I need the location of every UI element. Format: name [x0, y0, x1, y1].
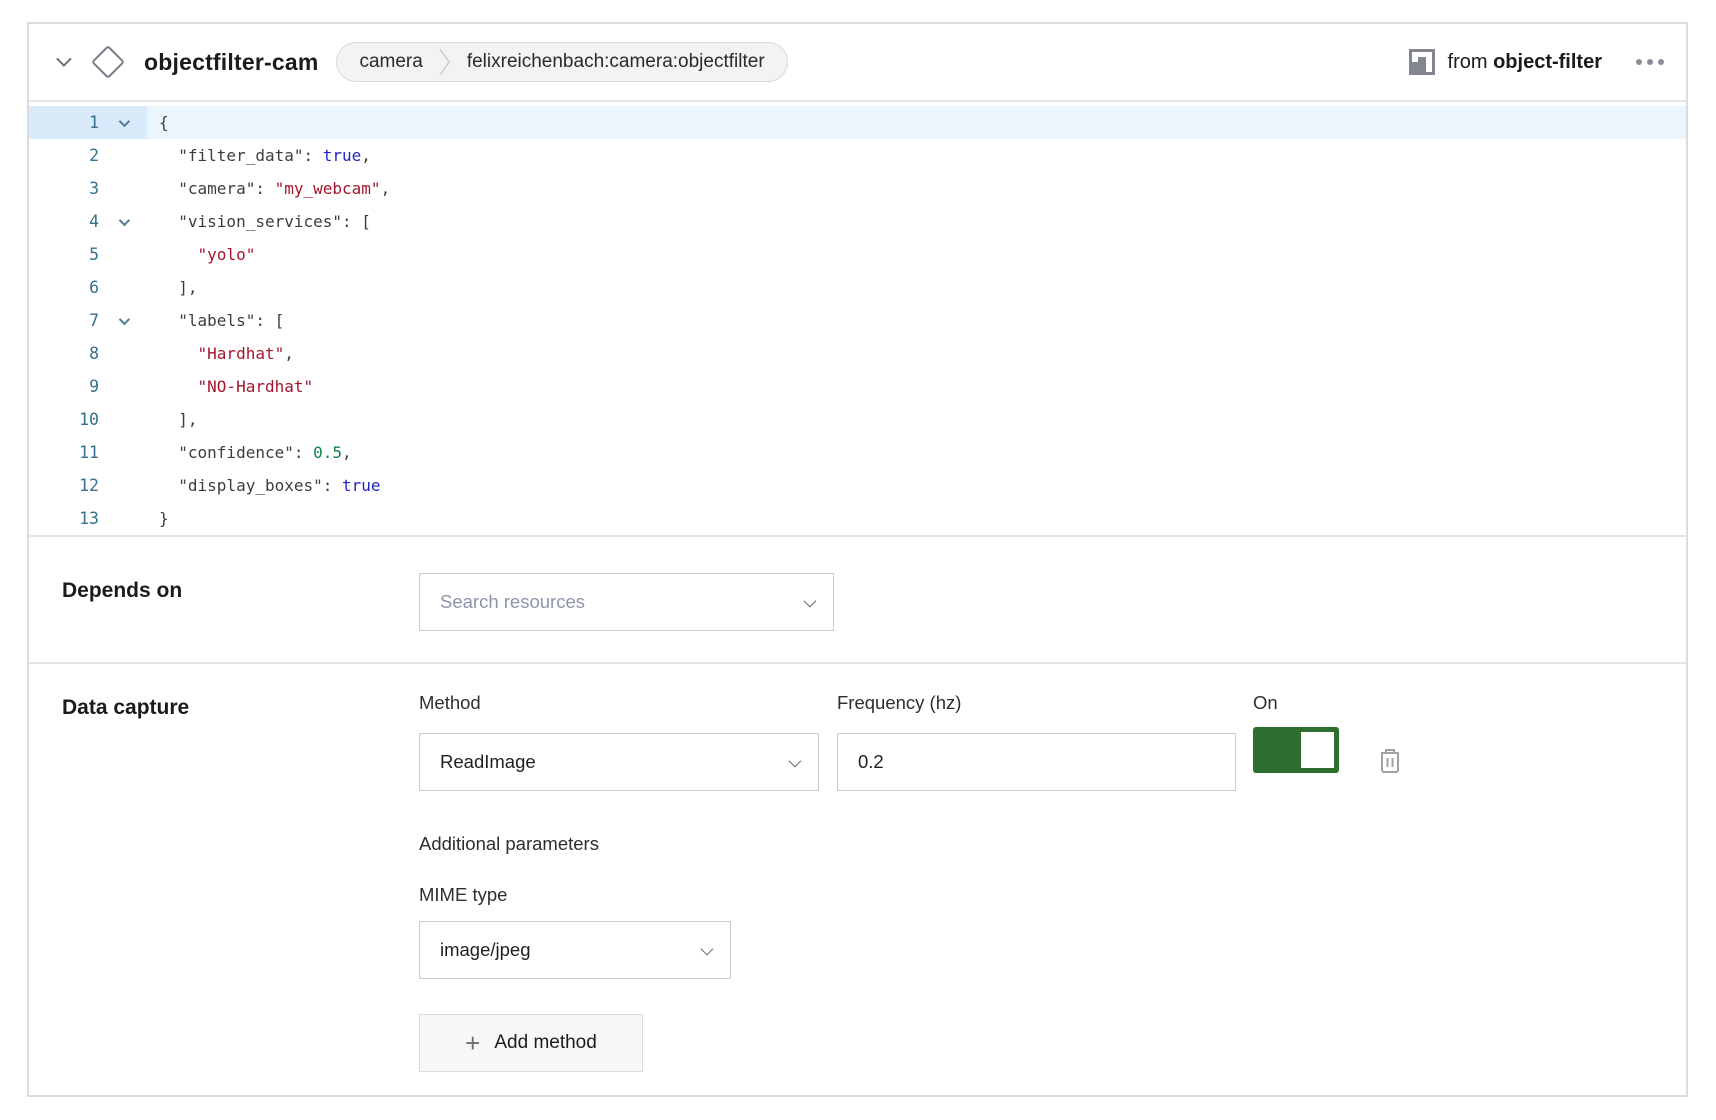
code-text: "NO-Hardhat" [147, 370, 1686, 403]
card-header: objectfilter-cam camera felixreichenbach… [29, 24, 1686, 102]
collapse-chevron-icon[interactable] [57, 53, 68, 71]
depends-on-select[interactable]: Search resources [419, 573, 834, 631]
line-number: 10 [29, 403, 99, 436]
line-number: 2 [29, 139, 99, 172]
fold-chevron-icon[interactable] [99, 304, 147, 337]
line-number: 8 [29, 337, 99, 370]
line-number: 3 [29, 172, 99, 205]
fold-chevron-icon[interactable] [99, 205, 147, 238]
line-number: 6 [29, 271, 99, 304]
mime-type-select[interactable]: image/jpeg [419, 921, 731, 979]
model-label: felixreichenbach:camera:objectfilter [467, 51, 765, 73]
delete-method-button[interactable] [1377, 732, 1403, 791]
trash-icon [1377, 746, 1403, 774]
fold-chevron-icon[interactable] [99, 106, 147, 139]
code-line[interactable]: 13} [29, 502, 1686, 535]
code-text: "yolo" [147, 238, 1686, 271]
data-capture-label: Data capture [62, 696, 419, 720]
chevron-down-icon [789, 754, 802, 767]
code-text: ], [147, 271, 1686, 304]
add-method-button[interactable]: + Add method [419, 1014, 643, 1072]
line-number: 1 [29, 106, 99, 139]
line-number: 12 [29, 469, 99, 502]
code-line[interactable]: 12 "display_boxes": true [29, 469, 1686, 502]
code-line[interactable]: 10 ], [29, 403, 1686, 436]
method-value: ReadImage [440, 751, 536, 773]
method-select[interactable]: ReadImage [419, 733, 819, 791]
camera-component-icon [91, 45, 125, 79]
pill-separator-icon [439, 47, 451, 77]
frequency-input[interactable] [837, 733, 1236, 791]
additional-parameters-label: Additional parameters [419, 833, 1403, 855]
code-text: "confidence": 0.5, [147, 436, 1686, 469]
code-line[interactable]: 5 "yolo" [29, 238, 1686, 271]
toggle-on-label: On [1253, 692, 1339, 714]
resource-config-card: objectfilter-cam camera felixreichenbach… [27, 22, 1688, 1097]
line-number: 7 [29, 304, 99, 337]
line-number: 5 [29, 238, 99, 271]
depends-on-placeholder: Search resources [440, 591, 585, 613]
chevron-down-icon [701, 942, 714, 955]
line-number: 11 [29, 436, 99, 469]
resource-title: objectfilter-cam [144, 49, 318, 76]
code-line[interactable]: 6 ], [29, 271, 1686, 304]
line-number: 9 [29, 370, 99, 403]
data-capture-toggle[interactable] [1253, 727, 1339, 773]
code-line[interactable]: 11 "confidence": 0.5, [29, 436, 1686, 469]
subtype-label: camera [359, 51, 422, 73]
code-text: ], [147, 403, 1686, 436]
code-text: "camera": "my_webcam", [147, 172, 1686, 205]
line-number: 13 [29, 502, 99, 535]
code-text: "labels": [ [147, 304, 1686, 337]
module-icon [1408, 48, 1436, 76]
code-text: "display_boxes": true [147, 469, 1686, 502]
code-line[interactable]: 7 "labels": [ [29, 304, 1686, 337]
line-number: 4 [29, 205, 99, 238]
code-line[interactable]: 2 "filter_data": true, [29, 139, 1686, 172]
code-line[interactable]: 1{ [29, 106, 1686, 139]
code-text: "Hardhat", [147, 337, 1686, 370]
code-text: "filter_data": true, [147, 139, 1686, 172]
more-options-button[interactable] [1636, 59, 1664, 65]
from-module-text: from object-filter [1448, 51, 1602, 74]
code-line[interactable]: 3 "camera": "my_webcam", [29, 172, 1686, 205]
frequency-label: Frequency (hz) [837, 692, 1236, 714]
code-text: } [147, 502, 1686, 535]
code-line[interactable]: 4 "vision_services": [ [29, 205, 1686, 238]
mime-type-value: image/jpeg [440, 939, 531, 961]
chevron-down-icon [804, 594, 817, 607]
code-line[interactable]: 8 "Hardhat", [29, 337, 1686, 370]
resource-type-pill: camera felixreichenbach:camera:objectfil… [336, 42, 787, 82]
json-config-editor[interactable]: 1{2 "filter_data": true,3 "camera": "my_… [29, 102, 1686, 535]
plus-icon: + [465, 1030, 480, 1056]
depends-on-section: Depends on Search resources [29, 535, 1686, 662]
data-capture-section: Data capture Method ReadImage Frequency … [29, 662, 1686, 1097]
code-text: { [147, 106, 1686, 139]
mime-type-label: MIME type [419, 884, 1403, 906]
depends-on-label: Depends on [62, 579, 419, 603]
method-label: Method [419, 692, 819, 714]
code-text: "vision_services": [ [147, 205, 1686, 238]
code-line[interactable]: 9 "NO-Hardhat" [29, 370, 1686, 403]
